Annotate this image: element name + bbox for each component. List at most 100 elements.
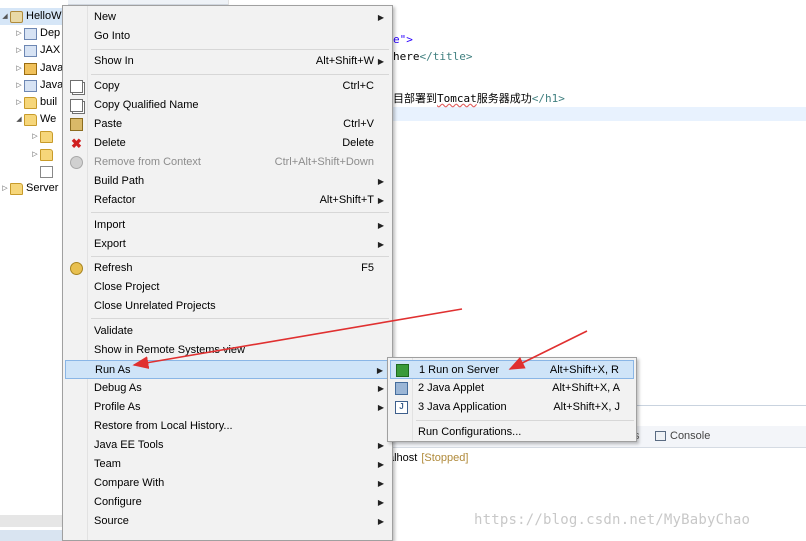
folder-icon [24, 96, 37, 109]
menu-item-close-unrelated-projects[interactable]: Close Unrelated Projects [65, 297, 390, 316]
menu-item-compare-with[interactable]: Compare With ▶ [65, 474, 390, 493]
code-line: here</title> [393, 50, 473, 63]
project-explorer: ◢ HelloW ▷ Dep ▷ JAX ▷ Java ▷ Java ▷ bui… [0, 0, 68, 541]
remove-context-icon [70, 156, 83, 169]
submenu-arrow-icon: ▶ [377, 57, 384, 66]
collapse-arrow-icon[interactable]: ▷ [14, 94, 24, 111]
current-line-highlight [392, 107, 806, 121]
refresh-icon [70, 262, 83, 275]
submenu-arrow-icon: ▶ [377, 13, 384, 22]
submenu-arrow-icon: ▶ [377, 460, 384, 469]
menu-item-run-as[interactable]: Run As ▶ [65, 360, 390, 379]
submenu-arrow-icon: ▶ [377, 403, 384, 412]
menu-item-go-into[interactable]: Go Into [65, 27, 390, 46]
tree-item-subfolder[interactable]: ▷ [30, 128, 56, 145]
submenu-arrow-icon: ▶ [377, 240, 384, 249]
menu-item-close-project[interactable]: Close Project [65, 278, 390, 297]
submenu-arrow-icon: ▶ [377, 498, 384, 507]
menu-item-paste[interactable]: Paste Ctrl+V [65, 115, 390, 134]
tree-item-java-library[interactable]: ▷ Java [14, 77, 63, 94]
tree-item-java-resources[interactable]: ▷ Java [14, 60, 63, 77]
menu-separator [91, 74, 389, 75]
delete-icon: ✖ [71, 136, 82, 151]
tab-strip [0, 530, 62, 541]
collapse-arrow-icon[interactable]: ▷ [14, 42, 24, 59]
menu-item-validate[interactable]: Validate [65, 322, 390, 341]
menu-item-show-in[interactable]: Show In Alt+Shift+W ▶ [65, 52, 390, 71]
submenu-arrow-icon: ▶ [377, 441, 384, 450]
watermark: https://blog.csdn.net/MyBabyChao [474, 512, 751, 528]
menu-separator [91, 318, 389, 319]
folder-open-icon [24, 113, 37, 126]
collapse-arrow-icon[interactable]: ▷ [14, 25, 24, 42]
folder-icon [40, 148, 53, 161]
submenu-arrow-icon: ▶ [377, 517, 384, 526]
menu-item-source[interactable]: Source ▶ [65, 512, 390, 531]
java-resources-icon [24, 62, 37, 75]
menu-item-import[interactable]: Import ▶ [65, 216, 390, 235]
submenu-item-java-applet[interactable]: 2 Java Applet Alt+Shift+X, A [390, 379, 634, 398]
tree-item-servers[interactable]: ▷ Server [0, 180, 58, 197]
context-menu: New ▶ Go Into Show In Alt+Shift+W ▶ Copy Ctr… [62, 5, 393, 541]
collapse-arrow-icon[interactable]: ▷ [14, 77, 24, 94]
menu-separator [91, 212, 389, 213]
server-entry[interactable]: alhost [Stopped] [388, 452, 468, 464]
jax-ws-icon [24, 44, 37, 57]
submenu-arrow-icon: ▶ [377, 384, 384, 393]
folder-icon [40, 130, 53, 143]
tab-console[interactable]: Console [655, 430, 710, 442]
menu-item-show-in-remote-systems[interactable]: Show in Remote Systems view [65, 341, 390, 360]
menu-separator [91, 256, 389, 257]
menu-item-export[interactable]: Export ▶ [65, 235, 390, 254]
horizontal-scrollbar[interactable] [0, 515, 62, 527]
folder-icon [10, 182, 23, 195]
expand-arrow-icon[interactable]: ◢ [14, 111, 24, 128]
tree-item-build[interactable]: ▷ buil [14, 94, 57, 111]
menu-item-delete[interactable]: ✖ Delete Delete [65, 134, 390, 153]
deployment-descriptor-icon [24, 27, 37, 40]
copy-icon [70, 80, 83, 93]
run-as-submenu: 1 Run on Server Alt+Shift+X, R 2 Java App… [387, 357, 637, 442]
java-application-icon: J [395, 401, 408, 414]
menu-item-team[interactable]: Team ▶ [65, 455, 390, 474]
menu-item-copy-qualified-name[interactable]: Copy Qualified Name [65, 96, 390, 115]
collapse-arrow-icon[interactable]: ▷ [0, 180, 10, 197]
code-line: e"> [393, 33, 413, 46]
submenu-arrow-icon: ▶ [376, 366, 383, 375]
tree-item-subfolder[interactable]: ▷ [30, 146, 56, 163]
collapse-arrow-icon[interactable]: ▷ [30, 128, 40, 145]
menu-item-restore-local-history[interactable]: Restore from Local History... [65, 417, 390, 436]
menu-item-refresh[interactable]: Refresh F5 [65, 259, 390, 278]
menu-item-debug-as[interactable]: Debug As ▶ [65, 379, 390, 398]
menu-item-refactor[interactable]: Refactor Alt+Shift+T ▶ [65, 191, 390, 210]
menu-item-configure[interactable]: Configure ▶ [65, 493, 390, 512]
tree-item-jax[interactable]: ▷ JAX [14, 42, 60, 59]
tree-item-webcontent[interactable]: ◢ We [14, 111, 56, 128]
menu-item-build-path[interactable]: Build Path ▶ [65, 172, 390, 191]
menu-item-remove-from-context[interactable]: Remove from Context Ctrl+Alt+Shift+Down [65, 153, 390, 172]
paste-icon [70, 118, 83, 131]
submenu-arrow-icon: ▶ [377, 221, 384, 230]
submenu-item-run-configurations[interactable]: Run Configurations... [390, 423, 634, 442]
tree-item-file[interactable] [40, 163, 56, 180]
menu-separator [91, 49, 389, 50]
copy-qualified-icon [70, 99, 83, 112]
run-server-icon [396, 364, 409, 377]
tree-item-project[interactable]: ◢ HelloW [0, 8, 68, 25]
menu-item-new[interactable]: New ▶ [65, 8, 390, 27]
menu-item-copy[interactable]: Copy Ctrl+C [65, 77, 390, 96]
collapse-arrow-icon[interactable]: ▷ [30, 146, 40, 163]
expand-arrow-icon[interactable]: ◢ [0, 8, 10, 25]
menu-item-java-ee-tools[interactable]: Java EE Tools ▶ [65, 436, 390, 455]
menu-item-profile-as[interactable]: Profile As ▶ [65, 398, 390, 417]
java-applet-icon [395, 382, 408, 395]
submenu-arrow-icon: ▶ [377, 177, 384, 186]
submenu-item-run-on-server[interactable]: 1 Run on Server Alt+Shift+X, R [390, 360, 634, 379]
file-icon [40, 165, 53, 178]
submenu-arrow-icon: ▶ [377, 479, 384, 488]
collapse-arrow-icon[interactable]: ▷ [14, 60, 24, 77]
menu-separator [416, 420, 634, 421]
tree-item-deployment[interactable]: ▷ Dep [14, 25, 60, 42]
submenu-item-java-application[interactable]: J3 Java Application Alt+Shift+X, J [390, 398, 634, 417]
server-status: [Stopped] [421, 452, 469, 464]
